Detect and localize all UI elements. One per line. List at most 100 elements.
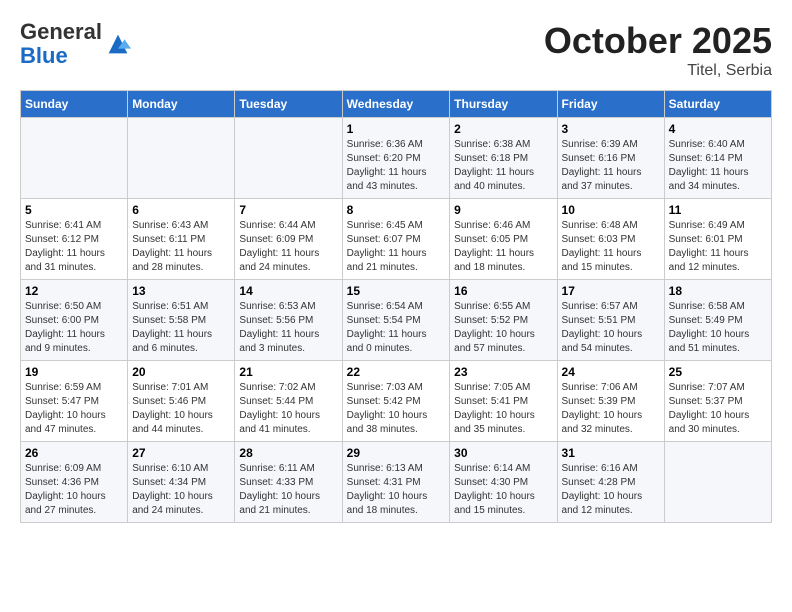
day-info: Sunrise: 6:14 AMSunset: 4:30 PMDaylight:… (454, 462, 552, 518)
day-number: 16 (454, 284, 552, 298)
day-info: Sunrise: 6:09 AMSunset: 4:36 PMDaylight:… (25, 462, 123, 518)
day-info: Sunrise: 7:02 AMSunset: 5:44 PMDaylight:… (239, 381, 337, 437)
day-number: 17 (562, 284, 660, 298)
day-number: 29 (347, 446, 446, 460)
day-info: Sunrise: 6:48 AMSunset: 6:03 PMDaylight:… (562, 219, 660, 275)
calendar-cell: 7 Sunrise: 6:44 AMSunset: 6:09 PMDaylight… (235, 199, 342, 280)
calendar-cell (21, 118, 128, 199)
day-number: 7 (239, 203, 337, 217)
day-info: Sunrise: 6:36 AMSunset: 6:20 PMDaylight:… (347, 138, 446, 194)
page-header: General Blue October 2025 Titel, Serbia (20, 20, 772, 80)
day-number: 23 (454, 365, 552, 379)
col-sunday: Sunday (21, 91, 128, 118)
day-number: 25 (669, 365, 767, 379)
calendar-cell: 18Sunrise: 6:58 AMSunset: 5:49 PMDayligh… (664, 280, 771, 361)
logo-text: General Blue (20, 20, 102, 68)
col-saturday: Saturday (664, 91, 771, 118)
calendar-header: Sunday Monday Tuesday Wednesday Thursday… (21, 91, 772, 118)
header-row: Sunday Monday Tuesday Wednesday Thursday… (21, 91, 772, 118)
day-number: 9 (454, 203, 552, 217)
day-info: Sunrise: 6:38 AMSunset: 6:18 PMDaylight:… (454, 138, 552, 194)
calendar-cell: 12Sunrise: 6:50 AMSunset: 6:00 PMDayligh… (21, 280, 128, 361)
calendar-cell: 16 Sunrise: 6:55 AMSunset: 5:52 PMDayligh… (450, 280, 557, 361)
calendar-cell: 19Sunrise: 6:59 AMSunset: 5:47 PMDayligh… (21, 361, 128, 442)
day-number: 28 (239, 446, 337, 460)
col-friday: Friday (557, 91, 664, 118)
day-number: 10 (562, 203, 660, 217)
day-number: 31 (562, 446, 660, 460)
calendar-cell: 21Sunrise: 7:02 AMSunset: 5:44 PMDayligh… (235, 361, 342, 442)
day-number: 5 (25, 203, 123, 217)
calendar-cell: 20Sunrise: 7:01 AMSunset: 5:46 PMDayligh… (128, 361, 235, 442)
col-tuesday: Tuesday (235, 91, 342, 118)
day-info: Sunrise: 6:43 AMSunset: 6:11 PMDaylight:… (132, 219, 230, 275)
day-info: Sunrise: 7:03 AMSunset: 5:42 PMDaylight:… (347, 381, 446, 437)
day-number: 30 (454, 446, 552, 460)
day-info: Sunrise: 7:01 AMSunset: 5:46 PMDaylight:… (132, 381, 230, 437)
calendar-cell: 30 Sunrise: 6:14 AMSunset: 4:30 PMDayligh… (450, 442, 557, 523)
col-wednesday: Wednesday (342, 91, 450, 118)
calendar-cell: 17Sunrise: 6:57 AMSunset: 5:51 PMDayligh… (557, 280, 664, 361)
day-info: Sunrise: 6:53 AMSunset: 5:56 PMDaylight:… (239, 300, 337, 356)
day-number: 24 (562, 365, 660, 379)
day-number: 18 (669, 284, 767, 298)
col-monday: Monday (128, 91, 235, 118)
title-block: October 2025 Titel, Serbia (544, 20, 772, 80)
day-info: Sunrise: 6:51 AMSunset: 5:58 PMDaylight:… (132, 300, 230, 356)
logo-icon (104, 30, 132, 58)
calendar-cell: 31 Sunrise: 6:16 AMSunset: 4:28 PMDayligh… (557, 442, 664, 523)
day-info: Sunrise: 6:44 AMSunset: 6:09 PMDaylight:… (239, 219, 337, 275)
calendar-table: Sunday Monday Tuesday Wednesday Thursday… (20, 90, 772, 523)
day-number: 14 (239, 284, 337, 298)
calendar-cell (235, 118, 342, 199)
day-number: 8 (347, 203, 446, 217)
day-info: Sunrise: 6:55 AMSunset: 5:52 PMDaylight:… (454, 300, 552, 356)
calendar-cell: 8 Sunrise: 6:45 AMSunset: 6:07 PMDaylight… (342, 199, 450, 280)
logo: General Blue (20, 20, 132, 68)
day-info: Sunrise: 6:49 AMSunset: 6:01 PMDaylight:… (669, 219, 767, 275)
calendar-cell: 9 Sunrise: 6:46 AMSunset: 6:05 PMDaylight… (450, 199, 557, 280)
calendar-cell: 4Sunrise: 6:40 AMSunset: 6:14 PMDaylight… (664, 118, 771, 199)
day-number: 2 (454, 122, 552, 136)
day-info: Sunrise: 6:16 AMSunset: 4:28 PMDaylight:… (562, 462, 660, 518)
day-info: Sunrise: 6:39 AMSunset: 6:16 PMDaylight:… (562, 138, 660, 194)
day-info: Sunrise: 7:07 AMSunset: 5:37 PMDaylight:… (669, 381, 767, 437)
calendar-cell (128, 118, 235, 199)
day-info: Sunrise: 6:46 AMSunset: 6:05 PMDaylight:… (454, 219, 552, 275)
calendar-cell: 27Sunrise: 6:10 AMSunset: 4:34 PMDayligh… (128, 442, 235, 523)
col-thursday: Thursday (450, 91, 557, 118)
calendar-body: 1Sunrise: 6:36 AMSunset: 6:20 PMDaylight… (21, 118, 772, 523)
calendar-cell: 24 Sunrise: 7:06 AMSunset: 5:39 PMDayligh… (557, 361, 664, 442)
day-info: Sunrise: 7:05 AMSunset: 5:41 PMDaylight:… (454, 381, 552, 437)
calendar-cell: 1Sunrise: 6:36 AMSunset: 6:20 PMDaylight… (342, 118, 450, 199)
calendar-week-row: 12Sunrise: 6:50 AMSunset: 6:00 PMDayligh… (21, 280, 772, 361)
day-number: 22 (347, 365, 446, 379)
day-number: 13 (132, 284, 230, 298)
calendar-cell: 11 Sunrise: 6:49 AMSunset: 6:01 PMDayligh… (664, 199, 771, 280)
calendar-week-row: 19Sunrise: 6:59 AMSunset: 5:47 PMDayligh… (21, 361, 772, 442)
day-info: Sunrise: 6:54 AMSunset: 5:54 PMDaylight:… (347, 300, 446, 356)
day-number: 11 (669, 203, 767, 217)
calendar-cell: 15 Sunrise: 6:54 AMSunset: 5:54 PMDayligh… (342, 280, 450, 361)
calendar-cell: 5Sunrise: 6:41 AMSunset: 6:12 PMDaylight… (21, 199, 128, 280)
day-number: 26 (25, 446, 123, 460)
calendar-cell: 26 Sunrise: 6:09 AMSunset: 4:36 PMDayligh… (21, 442, 128, 523)
day-number: 4 (669, 122, 767, 136)
day-info: Sunrise: 6:45 AMSunset: 6:07 PMDaylight:… (347, 219, 446, 275)
day-info: Sunrise: 6:10 AMSunset: 4:34 PMDaylight:… (132, 462, 230, 518)
calendar-cell: 3 Sunrise: 6:39 AMSunset: 6:16 PMDaylight… (557, 118, 664, 199)
day-number: 3 (562, 122, 660, 136)
calendar-week-row: 1Sunrise: 6:36 AMSunset: 6:20 PMDaylight… (21, 118, 772, 199)
calendar-cell: 2 Sunrise: 6:38 AMSunset: 6:18 PMDaylight… (450, 118, 557, 199)
day-number: 19 (25, 365, 123, 379)
day-info: Sunrise: 7:06 AMSunset: 5:39 PMDaylight:… (562, 381, 660, 437)
calendar-cell: 14 Sunrise: 6:53 AMSunset: 5:56 PMDayligh… (235, 280, 342, 361)
calendar-cell: 25 Sunrise: 7:07 AMSunset: 5:37 PMDayligh… (664, 361, 771, 442)
calendar-cell: 28Sunrise: 6:11 AMSunset: 4:33 PMDayligh… (235, 442, 342, 523)
day-number: 12 (25, 284, 123, 298)
calendar-cell: 10 Sunrise: 6:48 AMSunset: 6:03 PMDayligh… (557, 199, 664, 280)
month-year-title: October 2025 (544, 20, 772, 62)
day-number: 6 (132, 203, 230, 217)
day-number: 15 (347, 284, 446, 298)
calendar-week-row: 26 Sunrise: 6:09 AMSunset: 4:36 PMDayligh… (21, 442, 772, 523)
